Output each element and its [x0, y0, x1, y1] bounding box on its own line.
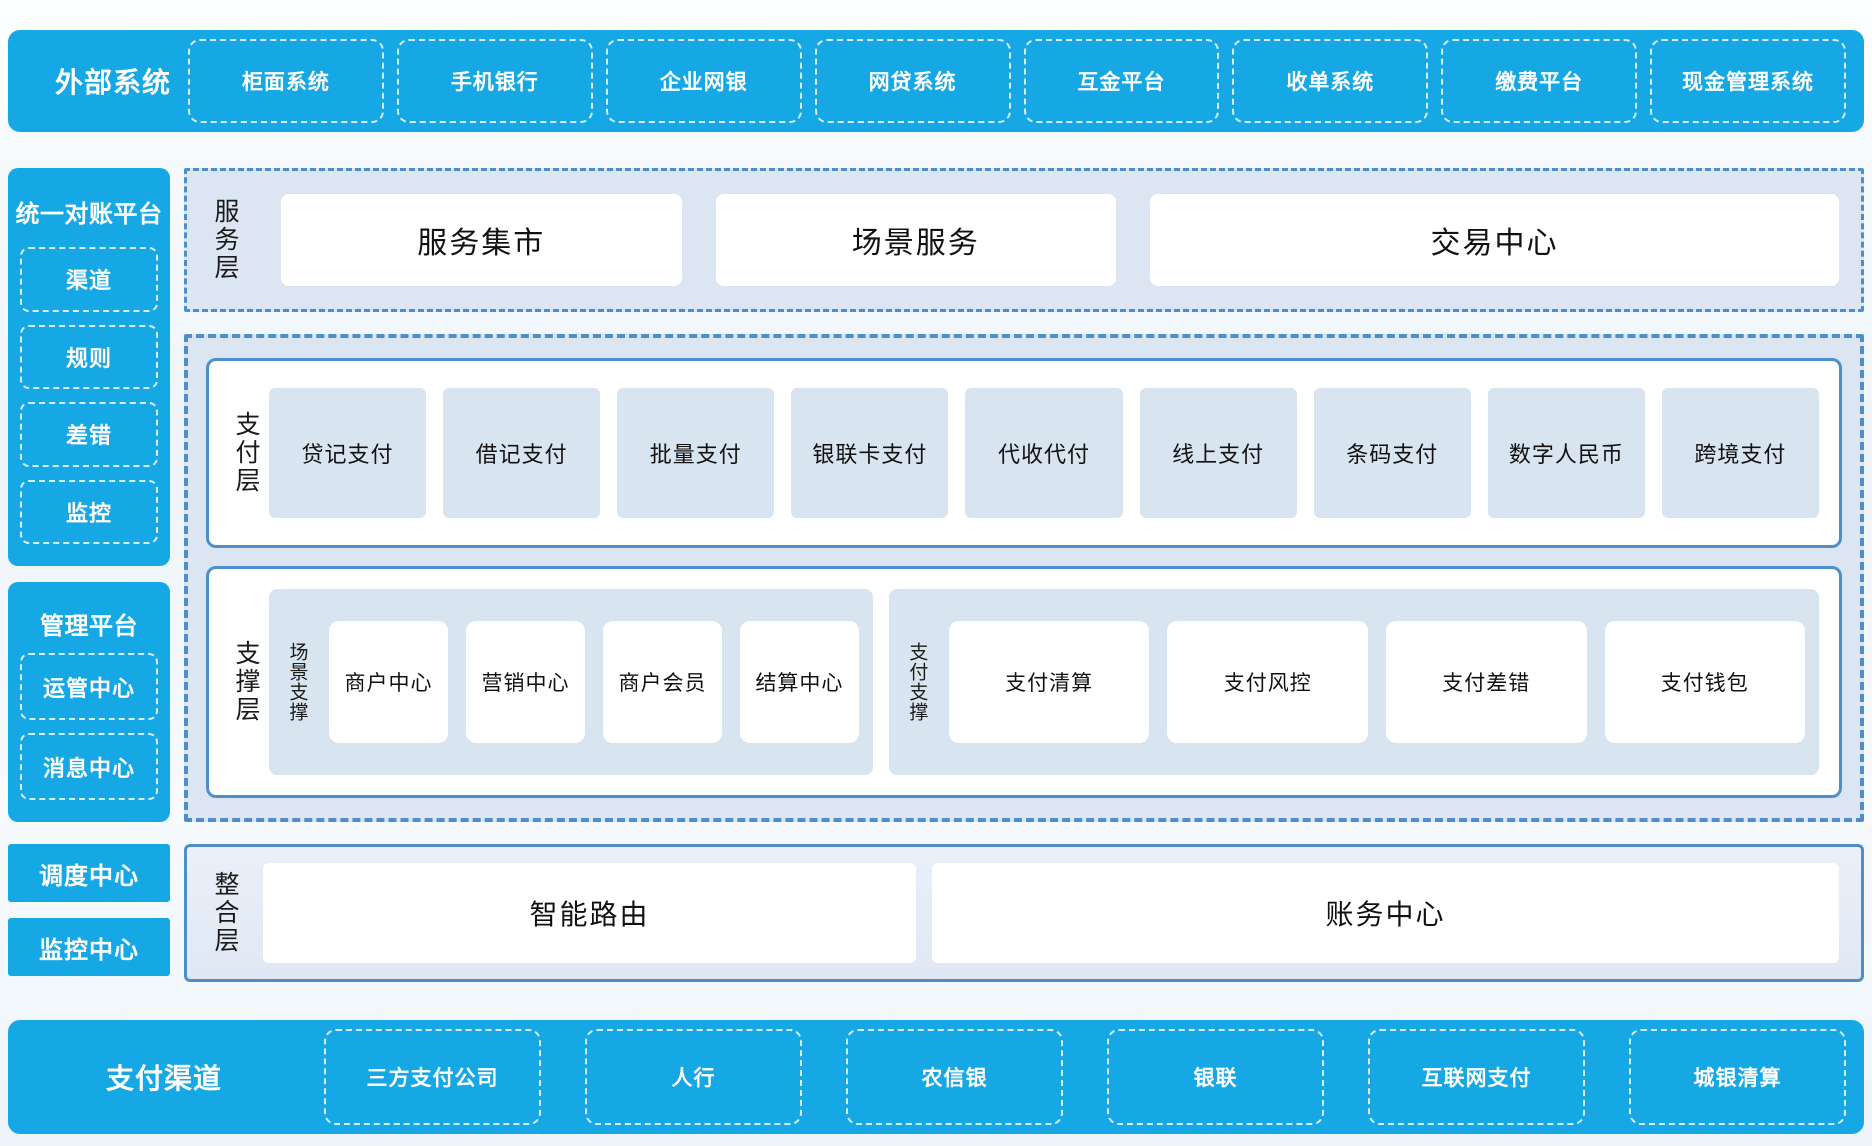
management-item: 运管中心 — [20, 653, 158, 720]
middle-region: 统一对账平台 渠道规则差错监控 管理平台 运管中心消息中心 调度中心 监控中心 … — [8, 168, 1864, 982]
payment-layer: 支付层 贷记支付借记支付批量支付银联卡支付代收代付线上支付条码支付数字人民币跨境… — [206, 358, 1842, 548]
smart-routing-box: 智能路由 — [263, 863, 916, 963]
payment-support-item: 支付风控 — [1167, 621, 1368, 743]
integration-layer: 整合层 智能路由 账务中心 — [184, 844, 1864, 982]
payment-support-group: 支付支撑 支付清算支付风控支付差错支付钱包 — [889, 589, 1819, 775]
monitor-center-box: 监控中心 — [8, 918, 170, 976]
payment-channels-items: 三方支付公司人行农信银银联互联网支付城银清算 — [324, 1020, 1864, 1134]
reconciliation-item: 监控 — [20, 480, 158, 545]
management-platform-title: 管理平台 — [10, 606, 168, 641]
payment-channel-item: 互联网支付 — [1368, 1029, 1585, 1125]
support-layer: 支撑层 场景支撑 商户中心营销中心商户会员结算中心 支付支撑 支付清算支付风控支… — [206, 566, 1842, 798]
payment-channels-bar: 支付渠道 三方支付公司人行农信银银联互联网支付城银清算 — [8, 1020, 1864, 1134]
payment-support-item: 支付钱包 — [1605, 621, 1806, 743]
management-platform-panel: 管理平台 运管中心消息中心 — [8, 582, 170, 822]
reconciliation-platform-panel: 统一对账平台 渠道规则差错监控 — [8, 168, 170, 566]
scene-support-items: 商户中心营销中心商户会员结算中心 — [329, 621, 859, 743]
payment-item: 数字人民币 — [1488, 388, 1645, 518]
payment-channel-item: 农信银 — [846, 1029, 1063, 1125]
management-items: 运管中心消息中心 — [8, 653, 170, 822]
payment-channels-label: 支付渠道 — [8, 1057, 324, 1097]
external-systems-label: 外部系统 — [8, 61, 188, 101]
payment-support-item: 支付清算 — [949, 621, 1150, 743]
external-system-item: 收单系统 — [1232, 39, 1428, 123]
scene-support-group: 场景支撑 商户中心营销中心商户会员结算中心 — [269, 589, 873, 775]
external-system-item: 缴费平台 — [1441, 39, 1637, 123]
scene-support-item: 营销中心 — [466, 621, 585, 743]
reconciliation-platform-title: 统一对账平台 — [10, 194, 168, 229]
payment-architecture-diagram: 外部系统 柜面系统手机银行企业网银网贷系统互金平台收单系统缴费平台现金管理系统 … — [0, 0, 1872, 1146]
reconciliation-items: 渠道规则差错监控 — [8, 247, 170, 566]
integration-layer-label: 整合层 — [203, 857, 247, 969]
reconciliation-item: 规则 — [20, 325, 158, 390]
payment-channel-item: 银联 — [1107, 1029, 1324, 1125]
external-system-item: 网贷系统 — [815, 39, 1011, 123]
scene-support-item: 结算中心 — [740, 621, 859, 743]
payment-channel-item: 三方支付公司 — [324, 1029, 541, 1125]
external-system-item: 手机银行 — [397, 39, 593, 123]
external-system-item: 柜面系统 — [188, 39, 384, 123]
accounting-center-box: 账务中心 — [932, 863, 1839, 963]
external-system-item: 互金平台 — [1024, 39, 1220, 123]
external-systems-bar: 外部系统 柜面系统手机银行企业网银网贷系统互金平台收单系统缴费平台现金管理系统 — [8, 30, 1864, 132]
management-item: 消息中心 — [20, 733, 158, 800]
reconciliation-item: 差错 — [20, 402, 158, 467]
scene-support-item: 商户中心 — [329, 621, 448, 743]
scene-service-box: 场景服务 — [716, 194, 1117, 286]
service-market-box: 服务集市 — [281, 194, 682, 286]
external-systems-items: 柜面系统手机银行企业网银网贷系统互金平台收单系统缴费平台现金管理系统 — [188, 30, 1864, 132]
payment-item: 银联卡支付 — [791, 388, 948, 518]
payment-item: 跨境支付 — [1662, 388, 1819, 518]
left-sidebar: 统一对账平台 渠道规则差错监控 管理平台 运管中心消息中心 调度中心 监控中心 — [8, 168, 170, 982]
payment-support-item: 支付差错 — [1386, 621, 1587, 743]
payment-layer-label: 支付层 — [223, 375, 269, 531]
trade-center-box: 交易中心 — [1150, 194, 1839, 286]
service-layer: 服务层 服务集市 场景服务 交易中心 — [184, 168, 1864, 312]
payment-items: 贷记支付借记支付批量支付银联卡支付代收代付线上支付条码支付数字人民币跨境支付 — [269, 388, 1819, 518]
payment-channel-item: 城银清算 — [1629, 1029, 1846, 1125]
dispatch-center-box: 调度中心 — [8, 844, 170, 902]
payment-item: 批量支付 — [617, 388, 774, 518]
support-groups: 场景支撑 商户中心营销中心商户会员结算中心 支付支撑 支付清算支付风控支付差错支… — [269, 583, 1819, 781]
scene-support-label: 场景支撑 — [279, 642, 315, 722]
payment-support-items: 支付清算支付风控支付差错支付钱包 — [949, 621, 1805, 743]
support-layer-label: 支撑层 — [223, 583, 269, 781]
payment-item: 贷记支付 — [269, 388, 426, 518]
payment-item: 条码支付 — [1314, 388, 1471, 518]
payment-channel-item: 人行 — [585, 1029, 802, 1125]
payment-item: 借记支付 — [443, 388, 600, 518]
external-system-item: 企业网银 — [606, 39, 802, 123]
payment-item: 代收代付 — [965, 388, 1122, 518]
payment-support-label: 支付支撑 — [899, 642, 935, 722]
service-layer-label: 服务层 — [203, 181, 247, 299]
reconciliation-item: 渠道 — [20, 247, 158, 312]
payment-item: 线上支付 — [1140, 388, 1297, 518]
core-layers-frame: 支付层 贷记支付借记支付批量支付银联卡支付代收代付线上支付条码支付数字人民币跨境… — [184, 334, 1864, 822]
external-system-item: 现金管理系统 — [1650, 39, 1846, 123]
scene-support-item: 商户会员 — [603, 621, 722, 743]
layers-column: 服务层 服务集市 场景服务 交易中心 支付层 贷记支付借记支付批量支付银联卡支付… — [184, 168, 1864, 982]
